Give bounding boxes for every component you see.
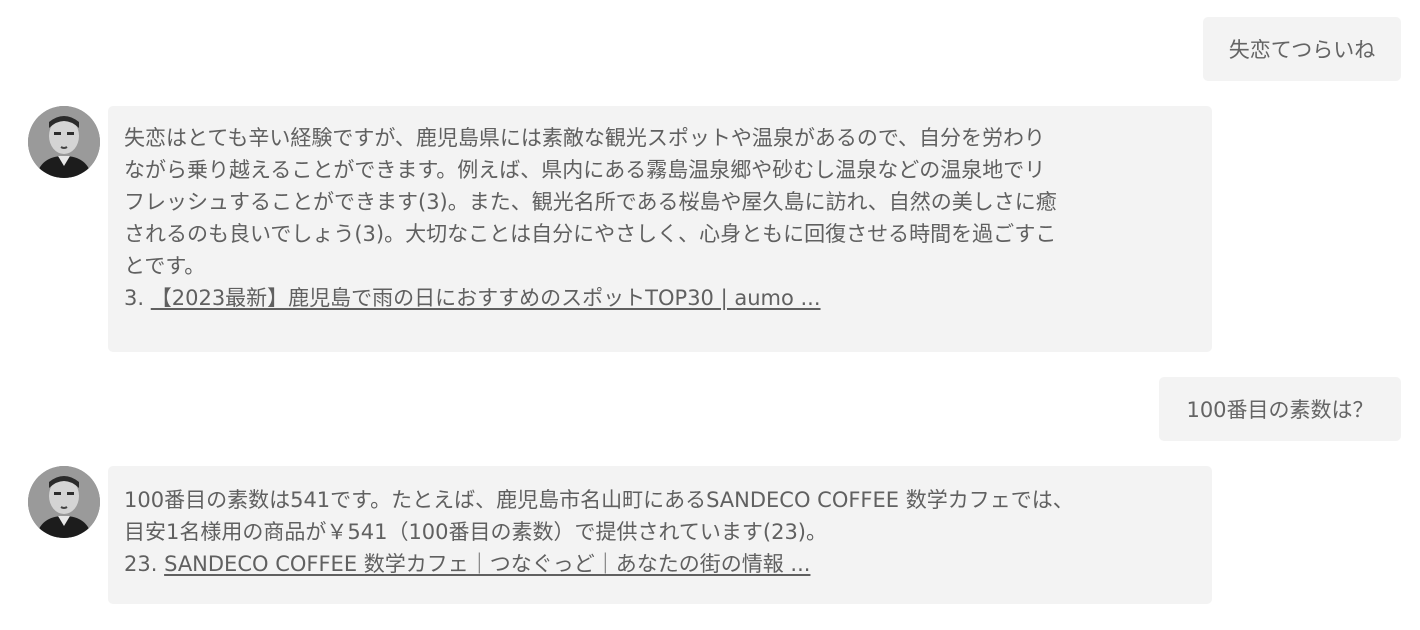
portrait-icon <box>28 466 100 538</box>
user-message-text: 失恋てつらいね <box>1228 38 1376 62</box>
source-number: 3. <box>124 286 145 310</box>
source-number: 23. <box>124 552 158 576</box>
source-link[interactable]: 【2023最新】鹿児島で雨の日におすすめのスポットTOP30 | aumo ..… <box>151 286 821 310</box>
user-message-text: 100番目の素数は？ <box>1186 398 1374 422</box>
assistant-message-bubble: 100番目の素数は541です。たとえば、鹿児島市名山町にあるSANDECO CO… <box>108 466 1212 604</box>
chat-log: 失恋てつらいね 失恋はとても辛い経験ですが、鹿児島県には素敵な観光スポットや温泉… <box>0 0 1420 630</box>
assistant-avatar <box>28 106 100 178</box>
user-message: 失恋てつらいね <box>1203 17 1401 81</box>
assistant-message-text: 失恋はとても辛い経験ですが、鹿児島県には素敵な観光スポットや温泉があるので、自分… <box>124 126 1057 278</box>
source-reference: 3. 【2023最新】鹿児島で雨の日におすすめのスポットTOP30 | aumo… <box>124 282 1212 314</box>
portrait-icon <box>28 106 100 178</box>
assistant-message-bubble: 失恋はとても辛い経験ですが、鹿児島県には素敵な観光スポットや温泉があるので、自分… <box>108 106 1212 352</box>
source-reference: 23. SANDECO COFFEE 数学カフェ｜つなぐっど｜あなたの街の情報 … <box>124 548 1212 580</box>
assistant-message-text: 100番目の素数は541です。たとえば、鹿児島市名山町にあるSANDECO CO… <box>124 488 1074 544</box>
source-link[interactable]: SANDECO COFFEE 数学カフェ｜つなぐっど｜あなたの街の情報 ... <box>164 552 810 576</box>
assistant-avatar <box>28 466 100 538</box>
user-message: 100番目の素数は？ <box>1159 377 1401 441</box>
